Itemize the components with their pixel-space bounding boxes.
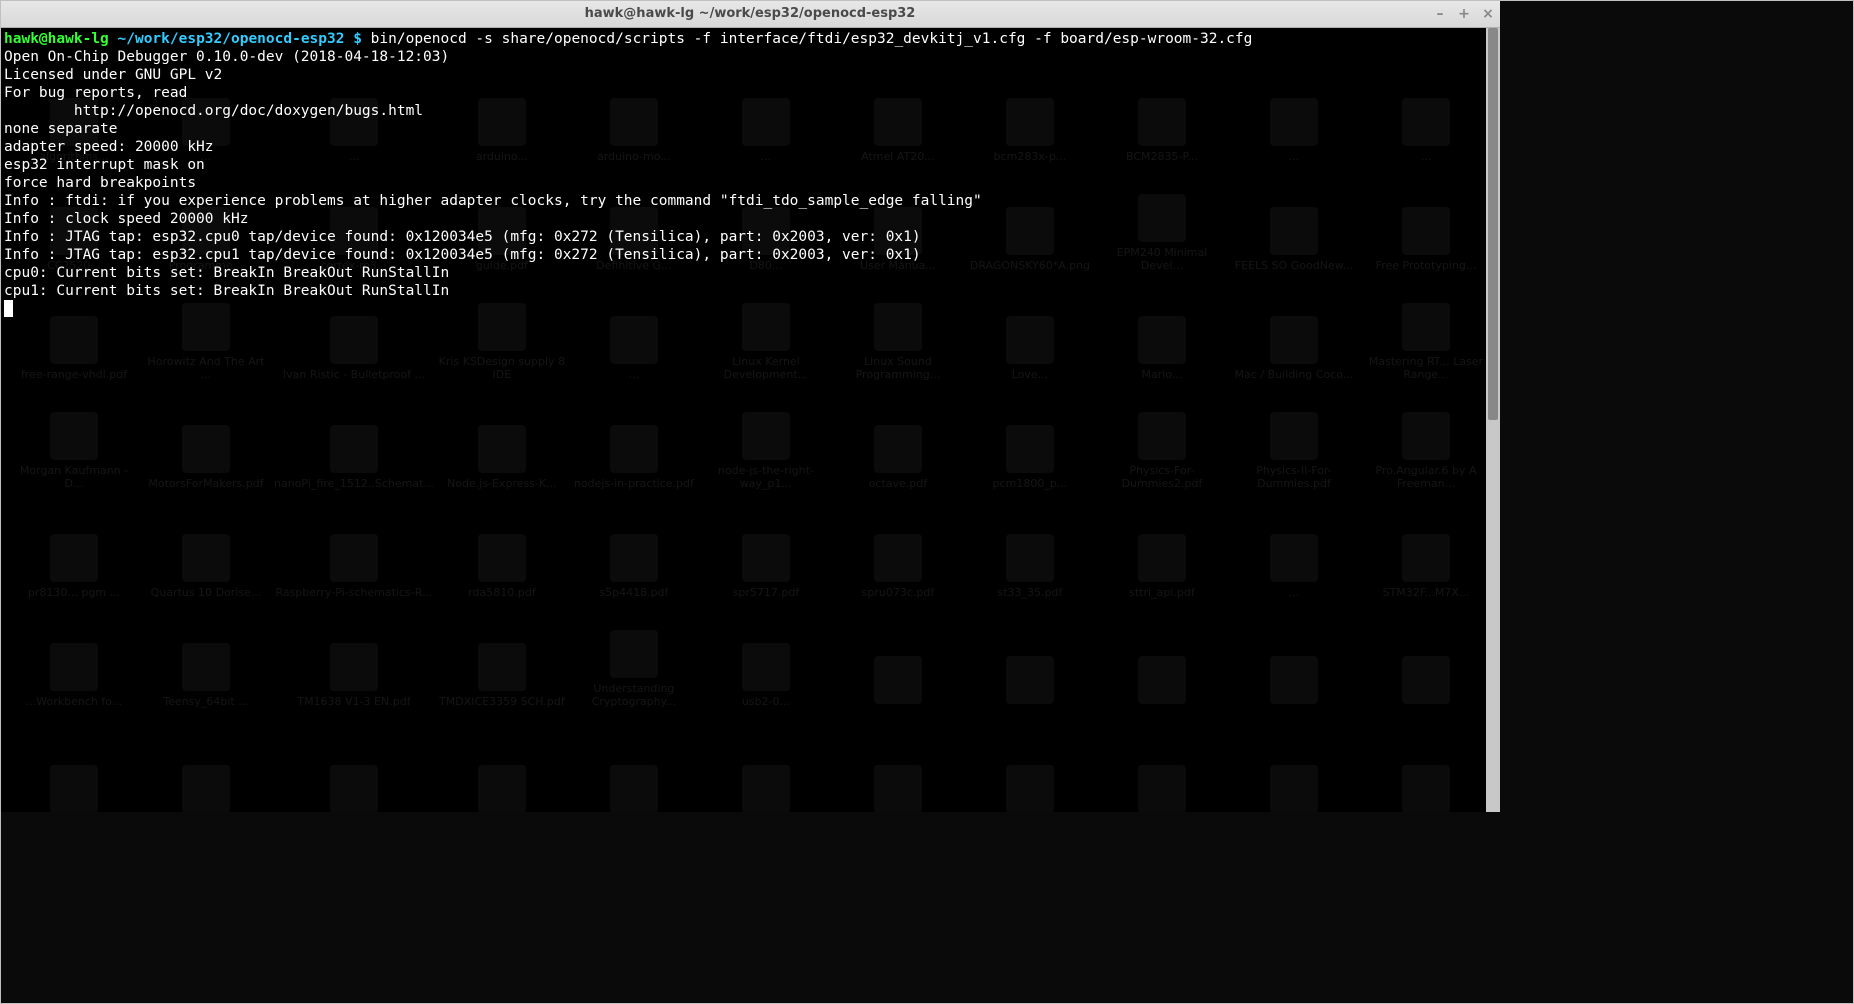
output-line: Info : JTAG tap: esp32.cpu0 tap/device f… (4, 229, 921, 245)
output-line: cpu0: Current bits set: BreakIn BreakOut… (4, 265, 449, 281)
output-line: http://openocd.org/doc/doxygen/bugs.html (4, 103, 423, 119)
minimize-icon[interactable]: – (1432, 6, 1448, 22)
output-line: esp32 interrupt mask on (4, 157, 205, 173)
output-line: Open On-Chip Debugger 0.10.0-dev (2018-0… (4, 49, 449, 65)
scrollbar-track[interactable] (1486, 28, 1500, 812)
window-title: hawk@hawk-lg ~/work/esp32/openocd-esp32 (585, 6, 916, 21)
titlebar[interactable]: hawk@hawk-lg ~/work/esp32/openocd-esp32 … (0, 0, 1500, 28)
close-icon[interactable]: × (1480, 6, 1496, 22)
output-line: adapter speed: 20000 kHz (4, 139, 214, 155)
terminal-text-content[interactable]: hawk@hawk-lg ~/work/esp32/openocd-esp32 … (0, 28, 1500, 812)
output-line: Info : clock speed 20000 kHz (4, 211, 248, 227)
output-line: Info : ftdi: if you experience problems … (4, 193, 982, 209)
window-controls: – + × (1432, 6, 1496, 22)
command-text: bin/openocd -s share/openocd/scripts -f … (371, 31, 1253, 47)
maximize-icon[interactable]: + (1456, 6, 1472, 22)
terminal-body[interactable]: algorithms.........arduino...arduino-mo.… (0, 28, 1500, 812)
cursor (4, 300, 13, 317)
output-line: Licensed under GNU GPL v2 (4, 67, 222, 83)
output-line: Info : JTAG tap: esp32.cpu1 tap/device f… (4, 247, 921, 263)
terminal-window: hawk@hawk-lg ~/work/esp32/openocd-esp32 … (0, 0, 1500, 812)
prompt-symbol: $ (353, 31, 362, 47)
output-line: force hard breakpoints (4, 175, 196, 191)
output-line: none separate (4, 121, 118, 137)
prompt-user-host: hawk@hawk-lg (4, 31, 109, 47)
output-line: For bug reports, read (4, 85, 187, 101)
prompt-path: ~/work/esp32/openocd-esp32 (118, 31, 354, 47)
output-line: cpu1: Current bits set: BreakIn BreakOut… (4, 283, 449, 299)
scrollbar-thumb[interactable] (1488, 28, 1498, 420)
